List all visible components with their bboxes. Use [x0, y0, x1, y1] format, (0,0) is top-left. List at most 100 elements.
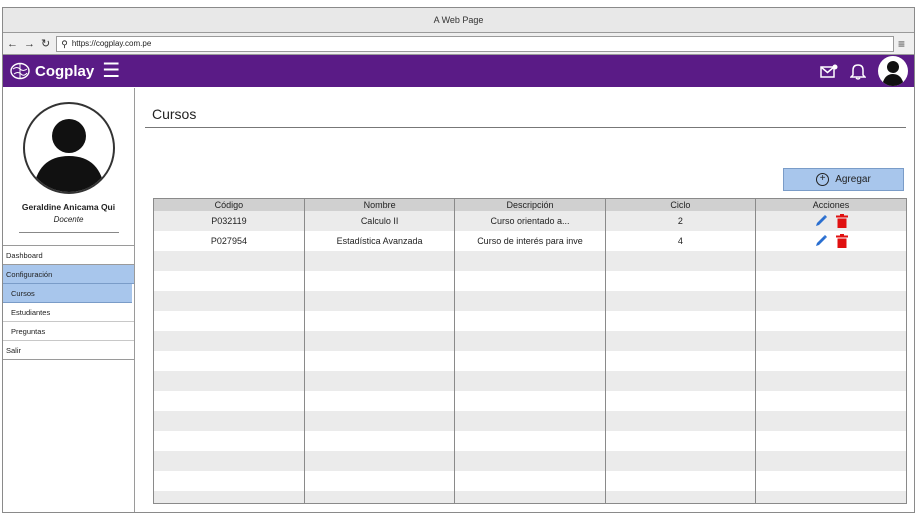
table-cell: [605, 271, 757, 291]
column-header: Acciones: [755, 199, 906, 211]
table-cell: [605, 431, 757, 451]
table-cell: [454, 351, 606, 371]
table-cell: [304, 271, 456, 291]
table-cell: [154, 391, 305, 411]
forward-arrow-icon[interactable]: →: [24, 38, 35, 50]
sidebar: Geraldine Anicama Qui Docente Dashboard …: [3, 88, 135, 512]
brain-logo-icon: [10, 62, 30, 80]
hamburger-menu-icon[interactable]: ☰: [102, 61, 120, 81]
table-cell: [605, 311, 757, 331]
profile-avatar-icon: [22, 102, 115, 194]
table-cell: [154, 431, 305, 451]
table-cell: [755, 491, 906, 503]
table-cell: [304, 431, 456, 451]
table-cell: [304, 251, 456, 271]
table-cell: [304, 391, 456, 411]
brand-name: Cogplay: [35, 62, 95, 80]
window-title: A Web Page: [3, 8, 914, 33]
edit-pencil-icon[interactable]: [814, 214, 828, 228]
sidebar-item-salir[interactable]: Salir: [3, 341, 134, 360]
table-row-empty: [154, 471, 906, 491]
table-cell: [605, 451, 757, 471]
table-cell: 4: [605, 231, 757, 251]
edit-pencil-icon[interactable]: [814, 234, 828, 248]
table-cell: [755, 391, 906, 411]
table-row[interactable]: P032119 Calculo II Curso orientado a... 2: [154, 211, 906, 231]
table-cell: [605, 411, 757, 431]
sidebar-item-preguntas[interactable]: Preguntas: [3, 322, 134, 341]
table-cell: [304, 291, 456, 311]
table-cell: [154, 371, 305, 391]
table-row-empty: [154, 351, 906, 371]
table-cell: [304, 491, 456, 503]
user-avatar-icon[interactable]: [878, 56, 908, 86]
table-cell: [755, 251, 906, 271]
mail-icon[interactable]: [820, 63, 838, 79]
table-cell: [755, 451, 906, 471]
table-row-empty: [154, 391, 906, 411]
sidebar-item-dashboard[interactable]: Dashboard: [3, 246, 134, 265]
table-cell: [154, 351, 305, 371]
bell-icon[interactable]: [850, 62, 866, 80]
delete-trash-icon[interactable]: [836, 214, 849, 228]
browser-menu-icon[interactable]: ≡: [898, 38, 910, 50]
table-cell: [304, 371, 456, 391]
browser-window: A Web Page ← → ↻ ⚲ https://cogplay.com.p…: [2, 7, 915, 513]
sidebar-item-cursos[interactable]: Cursos: [3, 284, 132, 303]
table-row-empty: [154, 291, 906, 311]
add-circle-icon: +: [816, 173, 830, 186]
table-cell: Estadística Avanzada: [304, 231, 456, 251]
table-row-empty: [154, 271, 906, 291]
table-row-empty: [154, 491, 906, 503]
table-cell: [154, 451, 305, 471]
table-header-row: Código Nombre Descripción Ciclo Acciones: [154, 199, 906, 211]
table-cell: 2: [605, 211, 757, 231]
table-row-empty: [154, 411, 906, 431]
table-cell: [154, 491, 305, 503]
sidebar-item-configuracion[interactable]: Configuración: [3, 265, 134, 284]
table-cell: [755, 331, 906, 351]
user-role: Docente: [53, 215, 84, 224]
actions-cell: [755, 211, 906, 231]
reload-icon[interactable]: ↻: [41, 37, 50, 50]
table-cell: [454, 291, 606, 311]
table-cell: Curso orientado a...: [454, 211, 606, 231]
sidebar-item-estudiantes[interactable]: Estudiantes: [3, 303, 134, 322]
table-cell: [154, 291, 305, 311]
table-cell: [304, 351, 456, 371]
table-cell: [605, 391, 757, 411]
table-row[interactable]: P027954 Estadística Avanzada Curso de inte…: [154, 231, 906, 251]
table-cell: [154, 471, 305, 491]
page-title: Cursos: [152, 106, 197, 122]
table-cell: [454, 251, 606, 271]
table-cell: [454, 411, 606, 431]
url-bar[interactable]: ⚲ https://cogplay.com.pe: [56, 35, 894, 52]
column-header: Descripción: [454, 199, 606, 211]
brand-logo[interactable]: Cogplay: [9, 61, 94, 81]
table-cell: [154, 271, 305, 291]
sidebar-menu: Dashboard Configuración Cursos Estudiant…: [3, 245, 134, 360]
divider: [18, 232, 119, 233]
table-cell: [154, 311, 305, 331]
table-cell: [304, 331, 456, 351]
table-cell: [605, 351, 757, 371]
table-cell: [304, 311, 456, 331]
table-cell: [454, 451, 606, 471]
table-cell: [454, 431, 606, 451]
table-cell: [454, 311, 606, 331]
delete-trash-icon[interactable]: [836, 234, 849, 248]
table-cell: [605, 491, 757, 503]
add-course-button[interactable]: + Agregar: [783, 168, 904, 191]
title-divider: [145, 127, 906, 128]
search-icon: ⚲: [61, 38, 68, 49]
table-cell: [454, 271, 606, 291]
table-cell: [454, 491, 606, 503]
table-cell: [755, 271, 906, 291]
table-cell: [154, 331, 305, 351]
back-arrow-icon[interactable]: ←: [7, 38, 18, 50]
table-cell: [755, 431, 906, 451]
table-cell: [755, 311, 906, 331]
table-cell: [304, 411, 456, 431]
table-row-empty: [154, 331, 906, 351]
table-row-empty: [154, 311, 906, 331]
